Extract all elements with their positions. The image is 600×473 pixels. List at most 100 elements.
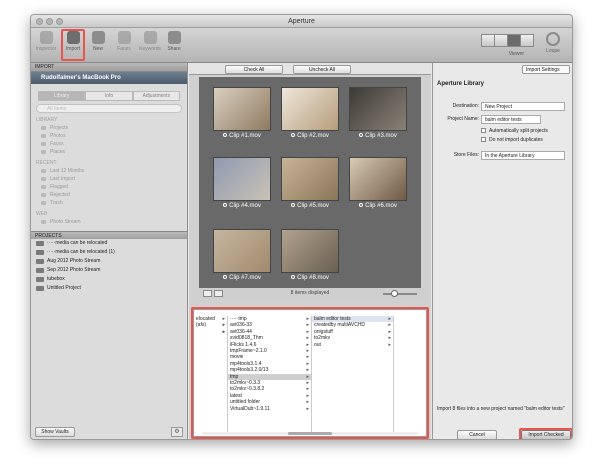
- check-circle-icon[interactable]: [359, 133, 364, 138]
- loupe-icon: [546, 32, 560, 46]
- gear-icon[interactable]: ⚙: [171, 427, 183, 437]
- recent-item-rejected[interactable]: Rejected: [34, 191, 184, 199]
- project-name-input[interactable]: balm editor tests: [481, 115, 541, 124]
- close-window-button[interactable]: [36, 18, 43, 25]
- loupe-button[interactable]: Loupe: [542, 32, 564, 54]
- library-item-faces[interactable]: Faces: [34, 140, 184, 148]
- clip-thumbnail[interactable]: [281, 87, 339, 131]
- project-item[interactable]: Untitled Project: [31, 284, 187, 293]
- uncheck-all-button[interactable]: Uncheck All: [293, 65, 351, 74]
- inspector-tabs: Library Info Adjustments: [38, 91, 180, 101]
- list-toggle-icon[interactable]: [214, 290, 223, 297]
- check-circle-icon[interactable]: [223, 275, 228, 280]
- import-browser-area: Check All Uncheck All Clip #1.mov Clip #…: [189, 63, 431, 439]
- import-settings-dropdown[interactable]: Import Settings: [522, 65, 570, 74]
- minimize-window-button[interactable]: [46, 18, 53, 25]
- new-button[interactable]: New: [85, 31, 111, 52]
- tab-adjustments[interactable]: Adjustments: [132, 91, 180, 101]
- check-circle-icon[interactable]: [291, 203, 296, 208]
- import-device-item[interactable]: Rudolfalmer's MacBook Pro: [31, 72, 187, 84]
- check-all-button[interactable]: Check All: [225, 65, 283, 74]
- viewer-label: Viewer: [508, 51, 524, 57]
- import-settings-panel: Import Settings Aperture Library Destina…: [432, 63, 572, 439]
- slider-handle[interactable]: [391, 290, 398, 297]
- project-item[interactable]: Sep 2012 Photo Stream: [31, 266, 187, 275]
- browser-view-toggles: [203, 290, 223, 297]
- thumbnail-size-slider[interactable]: [383, 290, 417, 297]
- recent-item-trash[interactable]: Trash: [34, 199, 184, 207]
- check-circle-icon[interactable]: [359, 203, 364, 208]
- left-panel: IMPORT Rudolfalmer's MacBook Pro Library…: [31, 63, 188, 439]
- clip-thumbnail[interactable]: [281, 157, 339, 201]
- import-highlight-box: [61, 29, 85, 61]
- clip-caption: Clip #8.mov: [280, 275, 340, 281]
- zoom-window-button[interactable]: [56, 18, 63, 25]
- view-mode-selector: [481, 34, 534, 47]
- cancel-button[interactable]: Cancel: [457, 430, 497, 439]
- grid-view-button[interactable]: [481, 34, 495, 47]
- import-summary: Import 8 files into a new project named …: [437, 406, 565, 412]
- fullscreen-view-button[interactable]: [520, 34, 534, 47]
- destination-label: Destination:: [452, 103, 479, 109]
- clip-caption: Clip #2.mov: [280, 133, 340, 139]
- recent-item-last-12-months[interactable]: Last 12 Months: [34, 167, 184, 175]
- destination-select[interactable]: New Project: [481, 102, 565, 111]
- clip-grid: Clip #1.mov Clip #2.mov Clip #3.mov Clip…: [199, 77, 421, 288]
- library-section-label: LIBRARY: [36, 117, 58, 123]
- window-title: Aperture: [288, 18, 315, 25]
- project-item[interactable]: tubebox: [31, 275, 187, 284]
- store-files-label: Store Files:: [453, 152, 479, 158]
- keywords-icon: [143, 31, 157, 44]
- file-browser-highlight-box: [191, 307, 429, 439]
- library-item-projects[interactable]: Projects: [34, 124, 184, 132]
- clip-thumbnail[interactable]: [213, 157, 271, 201]
- clip-caption: Clip #6.mov: [348, 203, 408, 209]
- projects-section-header: PROJECTS: [31, 231, 187, 239]
- show-vaults-button[interactable]: Show Vaults: [35, 427, 75, 437]
- viewer-view-button[interactable]: [507, 34, 521, 47]
- check-circle-icon[interactable]: [291, 133, 296, 138]
- plus-icon: [91, 31, 105, 44]
- check-circle-icon[interactable]: [223, 203, 228, 208]
- toolbar: Inspector Import New Faces Keywords Shar…: [31, 28, 572, 63]
- recent-item-flagged[interactable]: Flagged: [34, 183, 184, 191]
- clip-thumbnail[interactable]: [281, 229, 339, 273]
- import-checked-highlight-box: [519, 428, 572, 439]
- clip-thumbnail[interactable]: [349, 157, 407, 201]
- project-item[interactable]: ·····media can be relocated (1): [31, 248, 187, 257]
- store-files-select[interactable]: In the Aperture Library: [481, 151, 565, 160]
- recent-item-last-import[interactable]: Last Import: [34, 175, 184, 183]
- tab-info[interactable]: Info: [85, 91, 133, 101]
- share-button[interactable]: Share: [161, 31, 187, 52]
- clip-thumbnail[interactable]: [349, 87, 407, 131]
- tab-library[interactable]: Library: [38, 91, 86, 101]
- grid-toggle-icon[interactable]: [203, 290, 212, 297]
- library-item-photos[interactable]: Photos: [34, 132, 184, 140]
- library-pane: Library Info Adjustments All Items LIBRA…: [31, 91, 187, 226]
- library-item-places[interactable]: Places: [34, 148, 184, 156]
- faces-button[interactable]: Faces: [111, 31, 137, 52]
- library-search-field[interactable]: All Items: [36, 104, 182, 113]
- clip-caption: Clip #3.mov: [348, 133, 408, 139]
- inspector-button[interactable]: Inspector: [33, 31, 59, 52]
- web-item-photo-stream[interactable]: Photo Stream: [34, 218, 184, 226]
- auto-split-checkbox[interactable]: Automatically split projects: [481, 128, 548, 134]
- keywords-button[interactable]: Keywords: [137, 31, 163, 52]
- clip-thumbnail[interactable]: [213, 87, 271, 131]
- project-item[interactable]: ·····media can be relocated: [31, 239, 187, 248]
- no-duplicates-checkbox[interactable]: Do not import duplicates: [481, 137, 543, 143]
- check-buttons-bar: Check All Uncheck All: [189, 63, 431, 75]
- web-section-label: WEB: [36, 211, 48, 217]
- share-icon: [167, 31, 181, 44]
- clip-caption: Clip #1.mov: [212, 133, 272, 139]
- project-item[interactable]: Aug 2012 Photo Stream: [31, 257, 187, 266]
- split-view-button[interactable]: [494, 34, 508, 47]
- check-circle-icon[interactable]: [291, 275, 296, 280]
- check-circle-icon[interactable]: [223, 133, 228, 138]
- recent-section-label: RECENT: [36, 160, 57, 166]
- import-section-header: IMPORT: [31, 63, 187, 72]
- clip-caption: Clip #7.mov: [212, 275, 272, 281]
- clip-thumbnail[interactable]: [213, 229, 271, 273]
- window-controls: [36, 18, 63, 25]
- faces-icon: [117, 31, 131, 44]
